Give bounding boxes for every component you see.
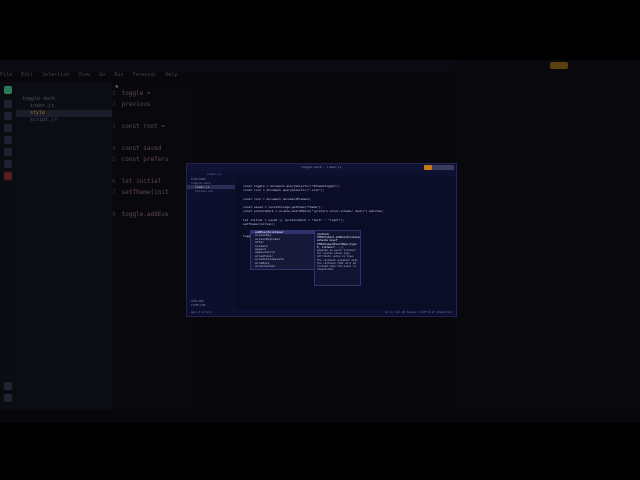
explorer-file[interactable]: script.js [16, 117, 112, 124]
background-right-panel [455, 60, 640, 422]
run-toolbar[interactable] [424, 165, 454, 170]
run-button[interactable] [424, 165, 432, 170]
menu-selection[interactable]: Selection [42, 72, 69, 78]
explorer-file[interactable]: index.js [16, 103, 112, 110]
menu-terminal[interactable]: Terminal [132, 72, 156, 78]
remote-icon[interactable] [4, 160, 12, 168]
doc-signature: (method) HTMLElement.addEventListener<K … [317, 233, 361, 249]
menu-go[interactable]: Go [99, 72, 105, 78]
status-bar: main 0 errors Ln 13, Col 26 Spaces: 2 UT… [187, 310, 456, 315]
menu-view[interactable]: View [78, 72, 90, 78]
foreground-editor-window: toggle-dark — index.js index.js EXPLORER… [186, 163, 457, 317]
explorer-sidebar: EXPLORER toggle-dark index.js styles.css… [187, 177, 235, 309]
error-icon[interactable] [4, 172, 12, 180]
run-debug-icon[interactable] [4, 136, 12, 144]
logo-icon[interactable] [4, 86, 12, 94]
code-line: 6 let initial [112, 178, 162, 185]
explorer-file-selected[interactable]: style [16, 110, 112, 117]
code-line: 7 setTheme(init [112, 189, 169, 196]
background-menu-bar: File Edit Selection View Go Run Terminal… [0, 72, 185, 82]
autocomplete-list[interactable]: addEventListener accessKey accessKeyLabe… [250, 230, 316, 270]
background-status-bar [0, 410, 640, 420]
menu-file[interactable]: File [0, 72, 12, 78]
code-line: 1 toggle = [112, 90, 151, 97]
background-accent-button[interactable] [550, 62, 568, 69]
account-icon[interactable] [4, 382, 12, 390]
extensions-icon[interactable] [4, 148, 12, 156]
timeline-section[interactable]: TIMELINE [187, 303, 235, 307]
explorer-icon[interactable] [4, 100, 12, 108]
menu-edit[interactable]: Edit [21, 72, 33, 78]
code-line: 5 const prefers [112, 156, 169, 163]
window-title: toggle-dark — index.js [187, 164, 456, 171]
autocomplete-item[interactable]: ariaChecked [251, 264, 315, 268]
search-icon[interactable] [4, 112, 12, 120]
status-right[interactable]: Ln 13, Col 26 Spaces: 2 UTF-8 LF JavaScr… [385, 310, 452, 315]
explorer-folder[interactable]: toggle-dark [16, 96, 112, 103]
menu-run[interactable]: Run [114, 72, 123, 78]
code-line: 4 const saved [112, 145, 162, 152]
doc-description: Appends an event listener for events who… [317, 249, 358, 272]
gear-icon[interactable] [4, 394, 12, 402]
tab-index-js[interactable]: index.js [207, 172, 221, 176]
menu-help[interactable]: Help [166, 72, 178, 78]
background-explorer: toggle-dark index.js style script.js [16, 82, 112, 412]
activity-bar [0, 82, 16, 412]
file-item[interactable]: styles.css [187, 189, 235, 193]
status-left[interactable]: main 0 errors [191, 311, 211, 314]
code-line: 2 previous [112, 101, 151, 108]
autocomplete-docs-panel: (method) HTMLElement.addEventListener<K … [314, 230, 361, 286]
code-line: 3 const root = [112, 123, 165, 130]
code-line: 9 toggle.addEve [112, 211, 169, 218]
source-control-icon[interactable] [4, 124, 12, 132]
background-code-editor: ◆ 1 toggle = 2 previous 3 const root = 4 con… [112, 82, 192, 412]
